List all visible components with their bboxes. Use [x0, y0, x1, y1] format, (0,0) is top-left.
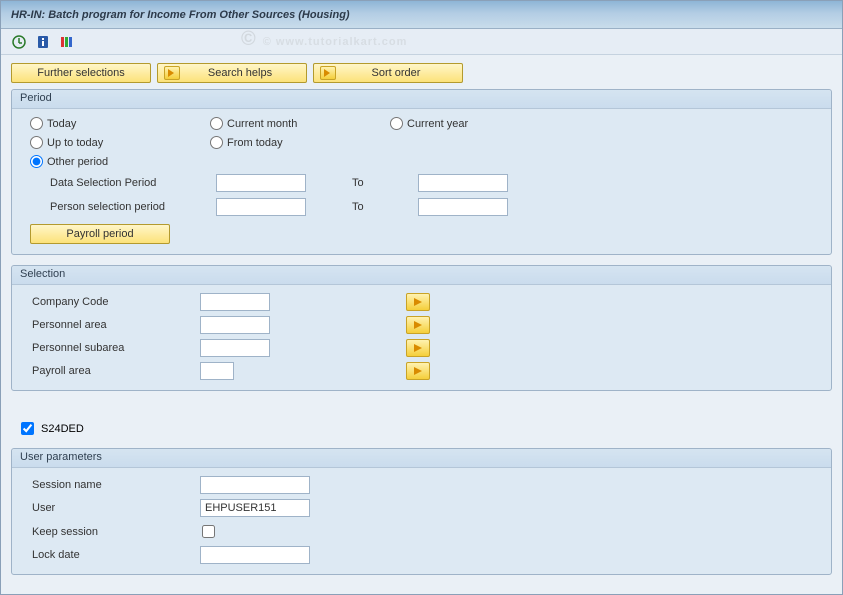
- personnel-subarea-multi-button[interactable]: [406, 339, 430, 357]
- sort-order-label: Sort order: [372, 67, 421, 79]
- personnel-subarea-label: Personnel subarea: [32, 342, 192, 354]
- data-selection-from-input[interactable]: [216, 174, 306, 192]
- personnel-subarea-input[interactable]: [200, 339, 270, 357]
- user-label: User: [32, 502, 192, 514]
- palette-icon[interactable]: [59, 34, 75, 50]
- selection-panel: Selection Company Code Personnel area Pe…: [11, 265, 832, 391]
- payroll-area-multi-button[interactable]: [406, 362, 430, 380]
- payroll-area-row: Payroll area: [22, 362, 821, 380]
- session-name-label: Session name: [32, 479, 192, 491]
- user-parameters-header: User parameters: [12, 449, 831, 468]
- execute-icon[interactable]: [11, 34, 27, 50]
- radio-other-period[interactable]: Other period: [30, 155, 210, 168]
- personnel-area-label: Personnel area: [32, 319, 192, 331]
- title-bar: HR-IN: Batch program for Income From Oth…: [1, 1, 842, 29]
- keep-session-row: Keep session: [22, 522, 821, 541]
- further-selections-button[interactable]: Further selections: [11, 63, 151, 83]
- radio-up-to-today[interactable]: Up to today: [30, 136, 210, 149]
- personnel-subarea-row: Personnel subarea: [22, 339, 821, 357]
- keep-session-checkbox[interactable]: [202, 525, 215, 538]
- company-code-multi-button[interactable]: [406, 293, 430, 311]
- person-selection-from-input[interactable]: [216, 198, 306, 216]
- user-row: User: [22, 499, 821, 517]
- further-selections-label: Further selections: [37, 67, 124, 79]
- company-code-row: Company Code: [22, 293, 821, 311]
- app-window: HR-IN: Batch program for Income From Oth…: [0, 0, 843, 595]
- user-input[interactable]: [200, 499, 310, 517]
- page-title: HR-IN: Batch program for Income From Oth…: [11, 9, 350, 21]
- personnel-area-input[interactable]: [200, 316, 270, 334]
- session-name-row: Session name: [22, 476, 821, 494]
- payroll-period-label: Payroll period: [66, 228, 133, 240]
- personnel-area-row: Personnel area: [22, 316, 821, 334]
- sort-order-button[interactable]: Sort order: [313, 63, 463, 83]
- keep-session-label: Keep session: [32, 526, 192, 538]
- data-selection-label: Data Selection Period: [50, 177, 210, 189]
- person-selection-to-input[interactable]: [418, 198, 508, 216]
- period-panel: Period Today Current month Current year …: [11, 89, 832, 255]
- s24ded-checkbox[interactable]: [21, 422, 34, 435]
- selection-panel-header: Selection: [12, 266, 831, 285]
- s24ded-label: S24DED: [41, 423, 84, 435]
- data-selection-row: Data Selection Period To: [50, 174, 821, 192]
- radio-from-today[interactable]: From today: [210, 136, 390, 149]
- to-label-1: To: [312, 177, 412, 189]
- search-helps-label: Search helps: [208, 67, 272, 79]
- toolbar: [1, 29, 842, 55]
- action-button-row: Further selections Search helps Sort ord…: [11, 63, 832, 83]
- data-selection-to-input[interactable]: [418, 174, 508, 192]
- payroll-period-button[interactable]: Payroll period: [30, 224, 170, 244]
- s24ded-row: S24DED: [17, 419, 832, 438]
- radio-current-month[interactable]: Current month: [210, 117, 390, 130]
- period-radio-grid: Today Current month Current year Up to t…: [30, 117, 821, 168]
- company-code-input[interactable]: [200, 293, 270, 311]
- period-panel-header: Period: [12, 90, 831, 109]
- user-parameters-panel: User parameters Session name User Keep s…: [11, 448, 832, 575]
- person-selection-row: Person selection period To: [50, 198, 821, 216]
- lock-date-input[interactable]: [200, 546, 310, 564]
- to-label-2: To: [312, 201, 412, 213]
- info-icon[interactable]: [35, 34, 51, 50]
- lock-date-label: Lock date: [32, 549, 192, 561]
- content-area: Further selections Search helps Sort ord…: [1, 55, 842, 593]
- personnel-area-multi-button[interactable]: [406, 316, 430, 334]
- payroll-area-input[interactable]: [200, 362, 234, 380]
- lock-date-row: Lock date: [22, 546, 821, 564]
- radio-current-year[interactable]: Current year: [390, 117, 570, 130]
- search-helps-button[interactable]: Search helps: [157, 63, 307, 83]
- session-name-input[interactable]: [200, 476, 310, 494]
- radio-today[interactable]: Today: [30, 117, 210, 130]
- company-code-label: Company Code: [32, 296, 192, 308]
- person-selection-label: Person selection period: [50, 201, 210, 213]
- payroll-area-label: Payroll area: [32, 365, 192, 377]
